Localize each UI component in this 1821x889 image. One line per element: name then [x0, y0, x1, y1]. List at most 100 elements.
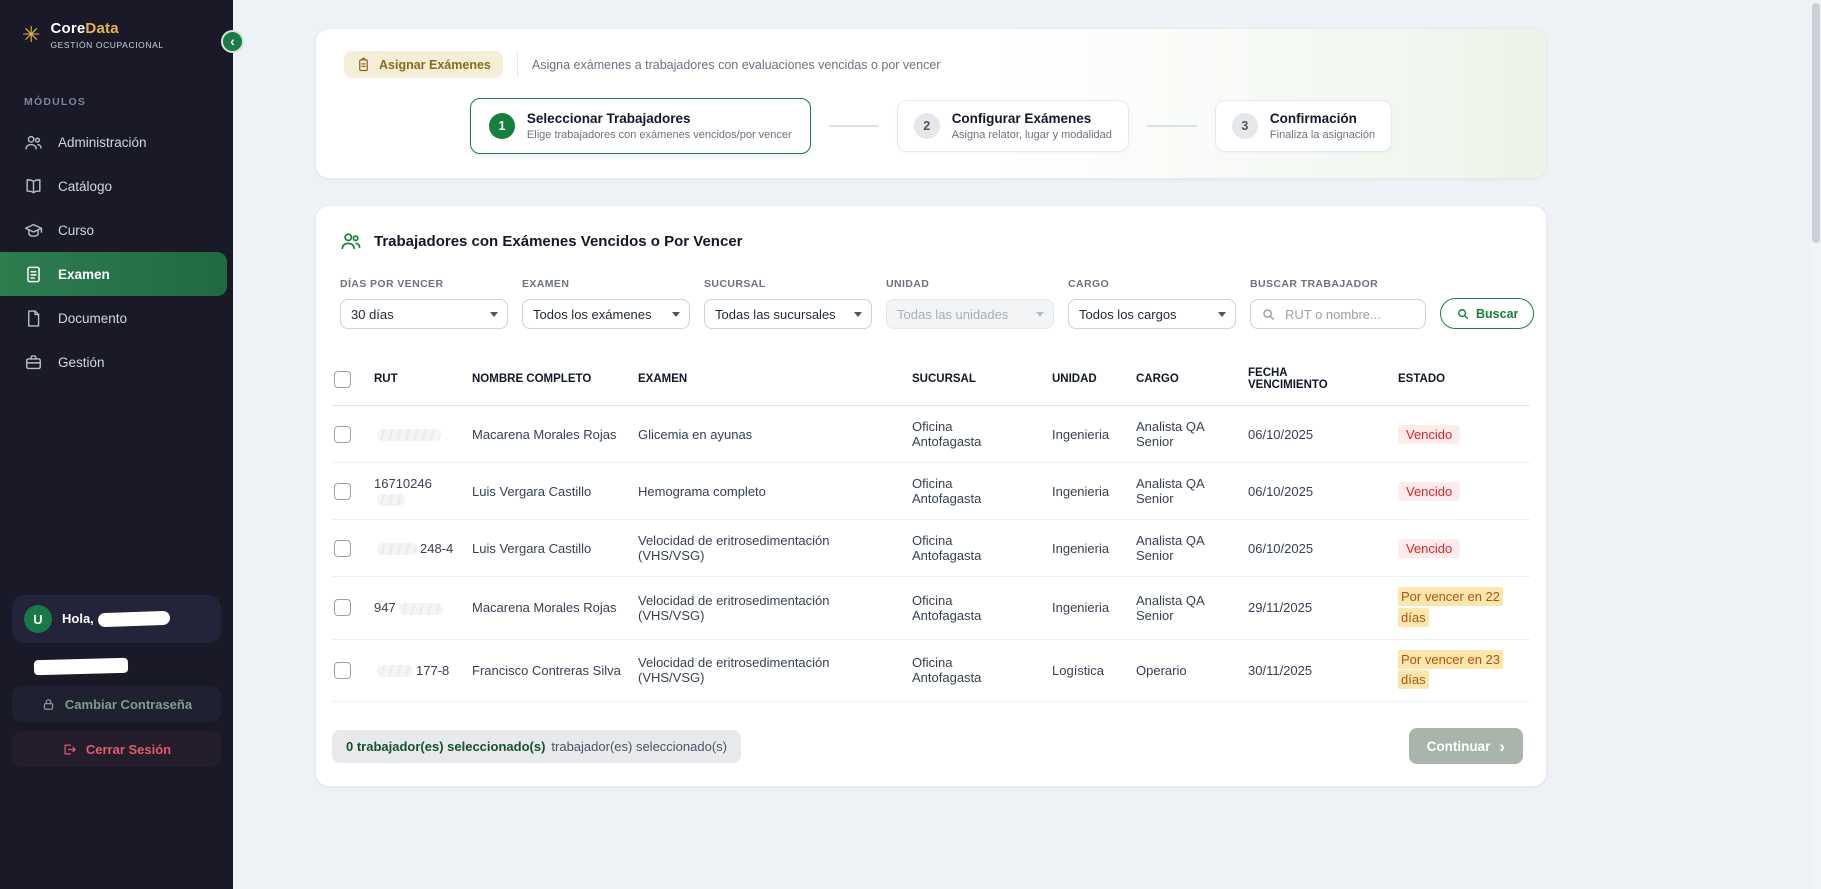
fecha-cell: 30/11/2025 — [1248, 639, 1398, 702]
filter-label: DÍAS POR VENCER — [340, 278, 508, 290]
filter-examen: EXAMEN Todos los exámenes — [522, 278, 690, 329]
lock-icon — [41, 697, 56, 712]
sidebar-collapse-button[interactable]: ‹ — [221, 30, 244, 53]
cargo-cell: Analista QA Senior — [1136, 406, 1248, 463]
select-value: 30 días — [351, 307, 394, 322]
sidebar-item-label: Examen — [58, 267, 110, 282]
user-card: U Hola, — [12, 595, 221, 643]
sidebar-item-administracion[interactable]: Administración — [0, 120, 233, 164]
sidebar-item-label: Documento — [58, 311, 127, 326]
examen-select[interactable]: Todos los exámenes — [522, 299, 690, 329]
clipboard-icon — [356, 57, 371, 72]
chevron-left-icon: ‹ — [230, 33, 235, 49]
unidad-cell: Ingenieria — [1052, 520, 1136, 577]
brand: ✳ CoreData GESTIÓN OCUPACIONAL — [0, 0, 233, 50]
sidebar-item-catalogo[interactable]: Catálogo — [0, 164, 233, 208]
sucursal-cell: Oficina Antofagasta — [912, 463, 1052, 520]
search-button[interactable]: Buscar — [1440, 298, 1534, 329]
cargo-select[interactable]: Todos los cargos — [1068, 299, 1236, 329]
redaction-scribble — [377, 665, 413, 677]
step-seleccionar-trabajadores[interactable]: 1 Seleccionar Trabajadores Elige trabaja… — [470, 98, 811, 154]
chevron-down-icon — [490, 312, 498, 317]
sidebar-nav: Administración Catálogo Curso Examen — [0, 120, 233, 384]
status-badge: Vencido — [1398, 425, 1460, 444]
avatar: U — [24, 605, 52, 633]
col-header-unidad: UNIDAD — [1052, 353, 1136, 406]
select-all-checkbox[interactable] — [334, 371, 351, 388]
main-content: Asignar Exámenes Asigna exámenes a traba… — [233, 0, 1821, 889]
nombre-cell: Macarena Morales Rojas — [472, 406, 638, 463]
change-password-button[interactable]: Cambiar Contraseña — [12, 686, 221, 722]
workers-table: RUT NOMBRE COMPLETO EXAMEN SUCURSAL UNID… — [332, 353, 1530, 702]
fecha-cell: 29/11/2025 — [1248, 577, 1398, 640]
redaction-scribble — [377, 429, 441, 441]
exam-document-icon — [24, 264, 44, 284]
examen-cell: Velocidad de eritrosedimentación (VHS/VS… — [638, 520, 912, 577]
page-scrollbar[interactable] — [1811, 0, 1821, 889]
sidebar-item-examen[interactable]: Examen — [0, 252, 227, 296]
row-checkbox[interactable] — [334, 662, 351, 679]
nombre-cell: Luis Vergara Castillo — [472, 520, 638, 577]
brand-name: CoreData — [50, 20, 163, 37]
dias-por-vencer-select[interactable]: 30 días — [340, 299, 508, 329]
unidad-cell: Ingenieria — [1052, 463, 1136, 520]
filter-label: SUCURSAL — [704, 278, 872, 290]
unidad-cell: Logística — [1052, 639, 1136, 702]
row-checkbox[interactable] — [334, 540, 351, 557]
row-checkbox[interactable] — [334, 483, 351, 500]
row-checkbox[interactable] — [334, 599, 351, 616]
col-header-examen: EXAMEN — [638, 353, 912, 406]
brand-core: Core — [50, 20, 85, 37]
step-connector — [1147, 125, 1197, 127]
estado-cell: Por vencer en 23 días — [1398, 639, 1530, 702]
search-icon — [1261, 307, 1276, 322]
step-connector — [829, 125, 879, 127]
col-header-cargo: CARGO — [1136, 353, 1248, 406]
people-icon — [340, 230, 362, 252]
workers-header: Trabajadores con Exámenes Vencidos o Por… — [316, 228, 1546, 252]
continue-button[interactable]: Continuar › — [1409, 728, 1523, 764]
filters-row: DÍAS POR VENCER 30 días EXAMEN Todos los… — [316, 252, 1546, 329]
sidebar-item-curso[interactable]: Curso — [0, 208, 233, 252]
search-input[interactable] — [1283, 306, 1415, 323]
wizard-header: Asignar Exámenes Asigna exámenes a traba… — [344, 51, 1518, 78]
nombre-cell: Macarena Morales Rojas — [472, 577, 638, 640]
sidebar-item-documento[interactable]: Documento — [0, 296, 233, 340]
wizard-description: Asigna exámenes a trabajadores con evalu… — [532, 58, 941, 72]
rut-cell: 16710246 — [374, 463, 472, 520]
unidad-cell: Ingenieria — [1052, 577, 1136, 640]
workers-panel-title: Trabajadores con Exámenes Vencidos o Por… — [374, 233, 743, 250]
step-text: Seleccionar Trabajadores Elige trabajado… — [527, 111, 792, 141]
sucursal-cell: Oficina Antofagasta — [912, 406, 1052, 463]
row-checkbox[interactable] — [334, 426, 351, 443]
filter-unidad: UNIDAD Todas las unidades — [886, 278, 1054, 329]
app-root: ‹ ✳ CoreData GESTIÓN OCUPACIONAL MÓDULOS… — [0, 0, 1821, 889]
step-number: 2 — [914, 113, 940, 139]
search-box — [1250, 299, 1426, 329]
chevron-down-icon — [1036, 312, 1044, 317]
step-subtitle: Asigna relator, lugar y modalidad — [952, 129, 1112, 141]
filter-cargo: CARGO Todos los cargos — [1068, 278, 1236, 329]
logout-button[interactable]: Cerrar Sesión — [12, 731, 221, 767]
filter-buscar-trabajador: BUSCAR TRABAJADOR — [1250, 278, 1426, 329]
users-icon — [24, 132, 44, 152]
scrollbar-thumb[interactable] — [1812, 3, 1820, 243]
nombre-cell: Francisco Contreras Silva — [472, 639, 638, 702]
step-confirmacion[interactable]: 3 Confirmación Finaliza la asignación — [1215, 100, 1392, 152]
sucursal-cell: Oficina Antofagasta — [912, 577, 1052, 640]
redaction-scribble — [377, 543, 417, 555]
unidad-cell: Ingenieria — [1052, 406, 1136, 463]
sidebar-item-gestion[interactable]: Gestión — [0, 340, 233, 384]
table-row: 177-8 Francisco Contreras Silva Velocida… — [332, 639, 1530, 702]
redacted-user-name — [98, 611, 170, 628]
fecha-cell: 06/10/2025 — [1248, 463, 1398, 520]
asignar-examenes-label: Asignar Exámenes — [379, 58, 491, 72]
cargo-cell: Analista QA Senior — [1136, 520, 1248, 577]
sucursal-select[interactable]: Todas las sucursales — [704, 299, 872, 329]
user-greeting: Hola, — [62, 610, 170, 628]
chevron-right-icon: › — [1499, 738, 1505, 755]
table-row: Macarena Morales Rojas Glicemia en ayuna… — [332, 406, 1530, 463]
step-configurar-examenes[interactable]: 2 Configurar Exámenes Asigna relator, lu… — [897, 100, 1129, 152]
redacted-user-info — [34, 658, 128, 675]
chevron-down-icon — [854, 312, 862, 317]
